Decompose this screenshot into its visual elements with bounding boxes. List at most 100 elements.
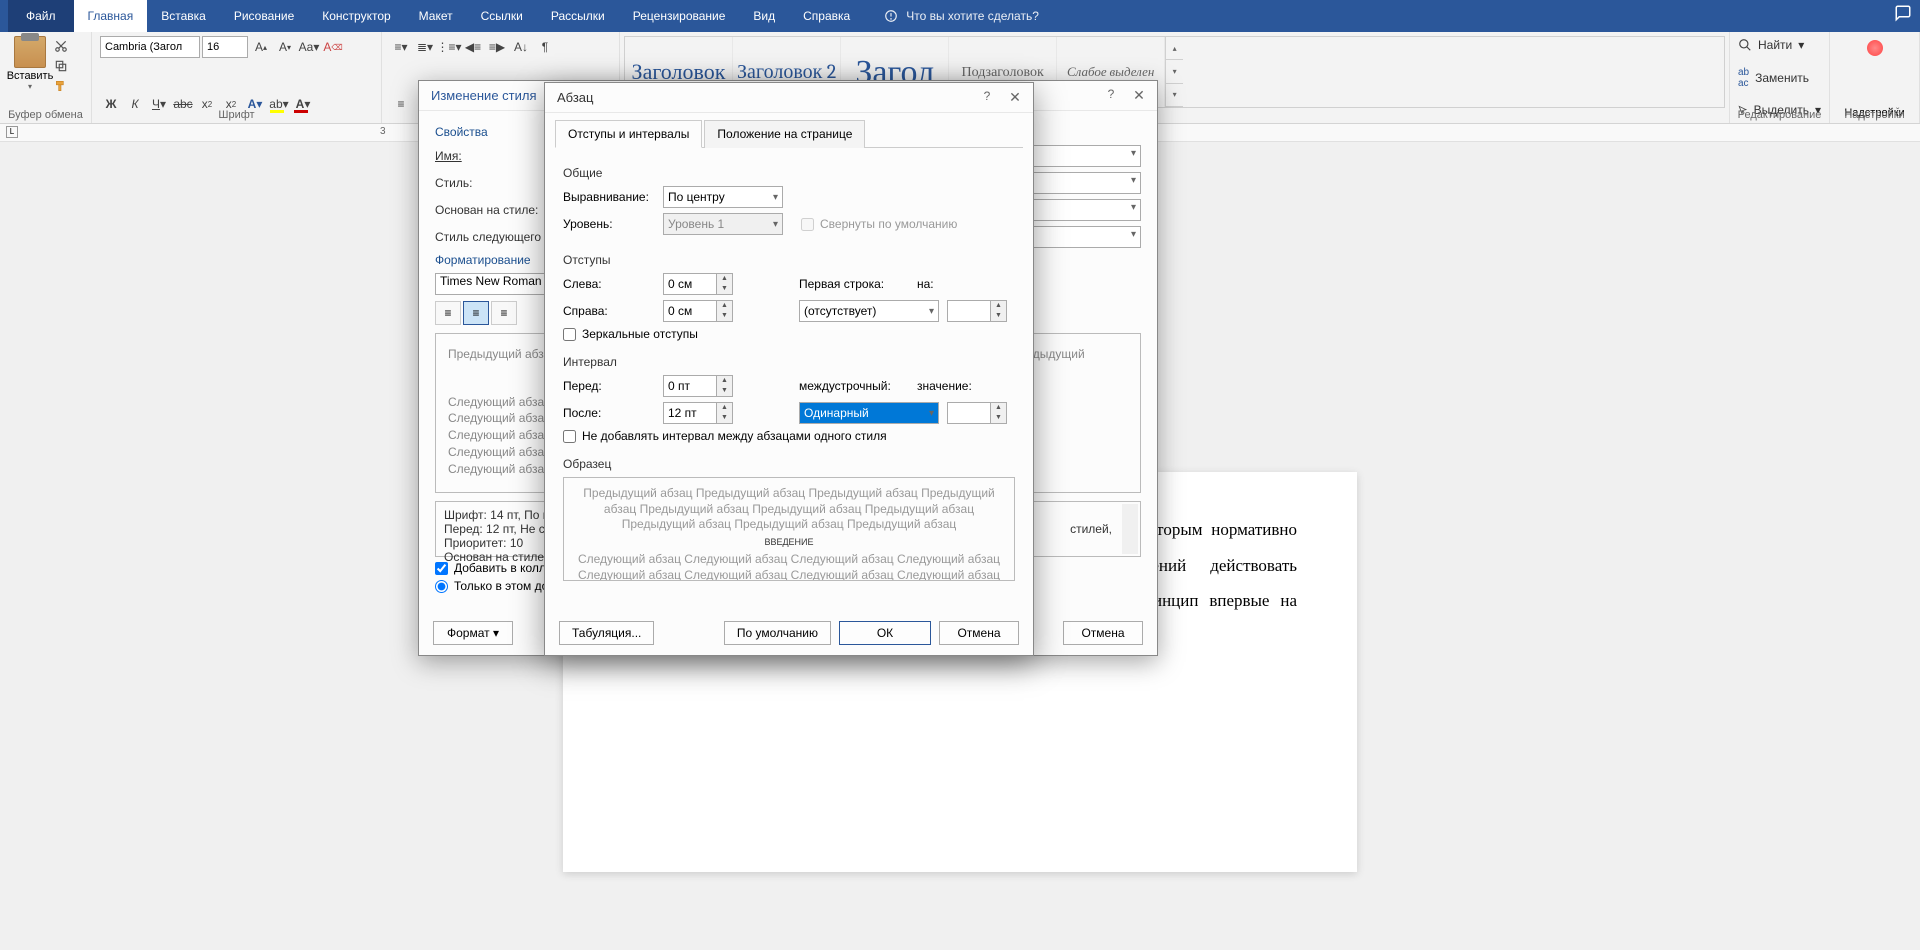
copy-icon[interactable]	[52, 58, 70, 74]
space-before-spinner[interactable]: 0 пт▲▼	[663, 375, 733, 397]
find-label: Найти	[1758, 38, 1792, 52]
grow-font-icon[interactable]: A▴	[250, 36, 272, 58]
space-before-value: 0 пт	[668, 379, 690, 393]
tab-draw[interactable]: Рисование	[220, 0, 308, 32]
info-scrollbar[interactable]	[1122, 504, 1138, 554]
decrease-indent-icon[interactable]: ◀≡	[462, 36, 484, 58]
replace-label: Заменить	[1755, 71, 1809, 85]
collapsed-check: Свернуты по умолчанию	[801, 217, 957, 231]
alignment-label: Выравнивание:	[563, 190, 655, 204]
outline-level-combo[interactable]: Уровень 1	[663, 213, 783, 235]
bullets-icon[interactable]: ≡▾	[390, 36, 412, 58]
first-line-combo[interactable]: (отсутствует)	[799, 300, 939, 322]
alignment-combo[interactable]: По центру	[663, 186, 783, 208]
ruler-tab-icon[interactable]: L	[6, 126, 18, 138]
editing-group: Найти ▾ abacЗаменить Выделить ▾ Редактир…	[1730, 32, 1830, 123]
indent-left-label: Слева:	[563, 277, 655, 291]
line-spacing-combo[interactable]: Одинарный	[799, 402, 939, 424]
fmt-align-right[interactable]: ≡	[491, 301, 517, 325]
collapse-label: Свернуты по умолчанию	[820, 217, 957, 231]
tab-line-breaks[interactable]: Положение на странице	[704, 120, 865, 148]
spacing-heading: Интервал	[563, 355, 1015, 369]
sample-preview: Предыдущий абзац Предыдущий абзац Предыд…	[563, 477, 1015, 581]
tab-layout[interactable]: Макет	[405, 0, 467, 32]
tell-me-search[interactable]: Что вы хотите сделать?	[884, 9, 1039, 23]
mirror-indents-check[interactable]: Зеркальные отступы	[563, 327, 1015, 341]
align-left-icon[interactable]: ≡	[390, 93, 412, 115]
indent-left-spinner[interactable]: 0 см▲▼	[663, 273, 733, 295]
replace-button[interactable]: abacЗаменить	[1738, 65, 1821, 91]
line-spacing-label: междустрочный:	[799, 379, 909, 393]
at-label: значение:	[917, 379, 977, 393]
font-label: Шрифт	[92, 109, 381, 121]
by-label: на:	[917, 277, 977, 291]
ok-button[interactable]: ОК	[839, 621, 931, 645]
sample-next: Следующий абзац Следующий абзац Следующи…	[572, 552, 1006, 581]
modify-cancel-button[interactable]: Отмена	[1063, 621, 1143, 645]
close-icon[interactable]: ✕	[1129, 87, 1149, 107]
tell-me-label: Что вы хотите сделать?	[906, 9, 1039, 23]
tab-review[interactable]: Рецензирование	[619, 0, 740, 32]
sample-heading: Образец	[563, 457, 1015, 471]
indent-right-spinner[interactable]: 0 см▲▼	[663, 300, 733, 322]
info-right: стилей,	[1070, 522, 1112, 536]
indent-right-label: Справа:	[563, 304, 655, 318]
paste-button[interactable]: Вставить ▾	[8, 36, 52, 91]
clipboard-group: Вставить ▾ Буфер обмена	[0, 32, 92, 123]
first-line-label: Первая строка:	[799, 277, 909, 291]
cancel-button[interactable]: Отмена	[939, 621, 1019, 645]
tab-references[interactable]: Ссылки	[467, 0, 537, 32]
indent-right-value: 0 см	[668, 304, 692, 318]
para-help-icon[interactable]: ?	[977, 89, 997, 109]
tab-design[interactable]: Конструктор	[308, 0, 404, 32]
tabs-button[interactable]: Табуляция...	[559, 621, 654, 645]
tab-home[interactable]: Главная	[74, 0, 148, 32]
font-name-combo[interactable]	[100, 36, 200, 58]
collapse-ribbon-icon[interactable]: ˇ	[1896, 107, 1914, 123]
comments-icon[interactable]	[1894, 4, 1912, 25]
sort-icon[interactable]: A↓	[510, 36, 532, 58]
ruler-mark: 3	[380, 126, 386, 137]
help-icon[interactable]: ?	[1101, 87, 1121, 107]
style-scroll[interactable]: ▴▾▾	[1165, 37, 1183, 107]
tab-mailings[interactable]: Рассылки	[537, 0, 619, 32]
first-line-by-spinner[interactable]: ▲▼	[947, 300, 1007, 322]
multilevel-icon[interactable]: ⋮≡▾	[438, 36, 460, 58]
tab-insert[interactable]: Вставка	[147, 0, 220, 32]
fmt-align-left[interactable]: ≡	[435, 301, 461, 325]
para-close-icon[interactable]: ✕	[1005, 89, 1025, 109]
numbering-icon[interactable]: ≣▾	[414, 36, 436, 58]
change-case-icon[interactable]: Aa▾	[298, 36, 320, 58]
mirror-label: Зеркальные отступы	[582, 327, 698, 341]
shrink-font-icon[interactable]: A▾	[274, 36, 296, 58]
clipboard-icon	[14, 36, 46, 68]
paste-label: Вставить	[7, 70, 54, 82]
clear-format-icon[interactable]: A⌫	[322, 36, 344, 58]
addin-icon[interactable]	[1867, 40, 1883, 56]
set-default-button[interactable]: По умолчанию	[724, 621, 831, 645]
tab-indents-spacing[interactable]: Отступы и интервалы	[555, 120, 702, 148]
nospace-label: Не добавлять интервал между абзацами одн…	[582, 429, 887, 443]
find-button[interactable]: Найти ▾	[1738, 36, 1821, 54]
editing-label: Редактирование	[1730, 109, 1829, 121]
space-after-label: После:	[563, 406, 655, 420]
space-after-spinner[interactable]: 12 пт▲▼	[663, 402, 733, 424]
ribbon-tabs: Файл Главная Вставка Рисование Конструкт…	[0, 0, 1920, 32]
tab-help[interactable]: Справка	[789, 0, 864, 32]
cut-icon[interactable]	[52, 38, 70, 54]
font-size-combo[interactable]	[202, 36, 248, 58]
line-spacing-at-spinner[interactable]: ▲▼	[947, 402, 1007, 424]
space-before-label: Перед:	[563, 379, 655, 393]
no-space-same-style-check[interactable]: Не добавлять интервал между абзацами одн…	[563, 429, 1015, 443]
tab-file[interactable]: Файл	[8, 0, 74, 32]
space-after-value: 12 пт	[668, 406, 697, 420]
para-dialog-title: Абзац	[545, 83, 1033, 113]
format-menu-button[interactable]: Формат ▾	[433, 621, 513, 645]
fmt-align-center[interactable]: ≡	[463, 301, 489, 325]
indent-left-value: 0 см	[668, 277, 692, 291]
increase-indent-icon[interactable]: ≡▶	[486, 36, 508, 58]
show-marks-icon[interactable]: ¶	[534, 36, 556, 58]
tab-view[interactable]: Вид	[739, 0, 789, 32]
format-painter-icon[interactable]	[52, 78, 70, 94]
general-heading: Общие	[563, 166, 1015, 180]
